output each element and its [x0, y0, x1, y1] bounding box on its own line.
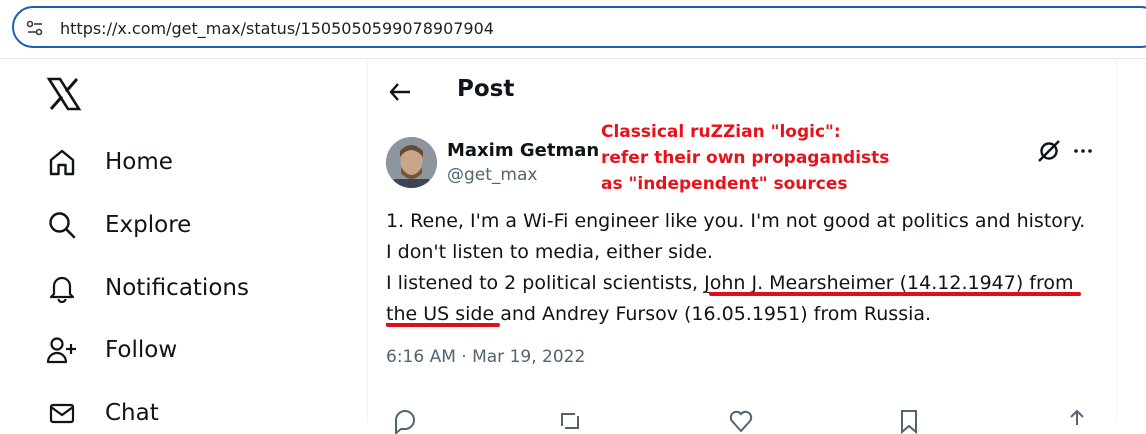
sidebar-item-label: Notifications: [105, 275, 249, 301]
red-underline: [386, 323, 500, 327]
mail-icon: [46, 397, 78, 429]
browser-toolbar: https://x.com/get_max/status/15050505990…: [0, 0, 1146, 59]
x-logo-icon[interactable]: [46, 76, 82, 112]
search-icon: [46, 209, 78, 241]
highlighted-text: John J. Mearsheimer (14.12.1947) from: [704, 272, 1074, 294]
more-options-icon[interactable]: [1070, 138, 1096, 164]
bell-icon: [46, 272, 78, 304]
sidebar-item-label: Chat: [105, 400, 159, 426]
home-icon: [46, 146, 78, 178]
share-icon[interactable]: [1064, 408, 1090, 434]
annotation-overlay: Classical ruZZian "logic": refer their o…: [601, 119, 889, 197]
address-bar[interactable]: https://x.com/get_max/status/15050505990…: [12, 6, 1146, 48]
sidebar-item-notifications[interactable]: Notifications: [46, 268, 249, 308]
sidebar-item-follow[interactable]: Follow: [46, 330, 177, 370]
repost-icon[interactable]: [557, 408, 583, 434]
arrow-left-icon: [389, 83, 410, 101]
avatar-photo: [386, 137, 437, 188]
column-divider: [367, 58, 368, 423]
author-name[interactable]: Maxim Getman: [447, 140, 599, 161]
grok-icon[interactable]: [1036, 138, 1062, 164]
column-divider: [1116, 58, 1117, 423]
sidebar-item-label: Follow: [105, 337, 178, 363]
post-text-segment: and Andrey Fursov (16.05.1951) from Russ…: [494, 303, 932, 325]
highlighted-text: the US side: [386, 303, 495, 325]
back-button[interactable]: [386, 78, 414, 106]
url-text[interactable]: https://x.com/get_max/status/15050505990…: [60, 19, 494, 38]
sidebar-item-chat[interactable]: Chat: [46, 393, 159, 433]
annotation-line: as "independent" sources: [601, 174, 848, 194]
post-text-segment: I listened to 2 political scientists,: [386, 272, 705, 294]
like-icon[interactable]: [728, 408, 754, 434]
sidebar-item-explore[interactable]: Explore: [46, 205, 191, 245]
annotation-line: Classical ruZZian "logic":: [601, 122, 841, 142]
post-text: 1. Rene, I'm a Wi-Fi engineer like you. …: [386, 206, 1106, 330]
avatar[interactable]: [386, 137, 437, 188]
sidebar-item-label: Explore: [105, 212, 192, 238]
post-text-line: I don't listen to media, either side.: [386, 241, 714, 263]
sidebar-item-label: Home: [105, 149, 173, 175]
sidebar-item-home[interactable]: Home: [46, 142, 173, 182]
reply-icon[interactable]: [392, 408, 418, 434]
bookmark-icon[interactable]: [896, 408, 922, 434]
annotation-line: refer their own propagandists: [601, 148, 890, 168]
site-settings-icon[interactable]: [26, 19, 44, 37]
post-timestamp[interactable]: 6:16 AM · Mar 19, 2022: [386, 347, 585, 367]
author-handle[interactable]: @get_max: [447, 165, 537, 185]
page-title: Post: [457, 76, 515, 102]
red-underline: [709, 292, 1081, 296]
add-user-icon: [46, 334, 78, 366]
post-text-line: 1. Rene, I'm a Wi-Fi engineer like you. …: [386, 210, 1086, 232]
